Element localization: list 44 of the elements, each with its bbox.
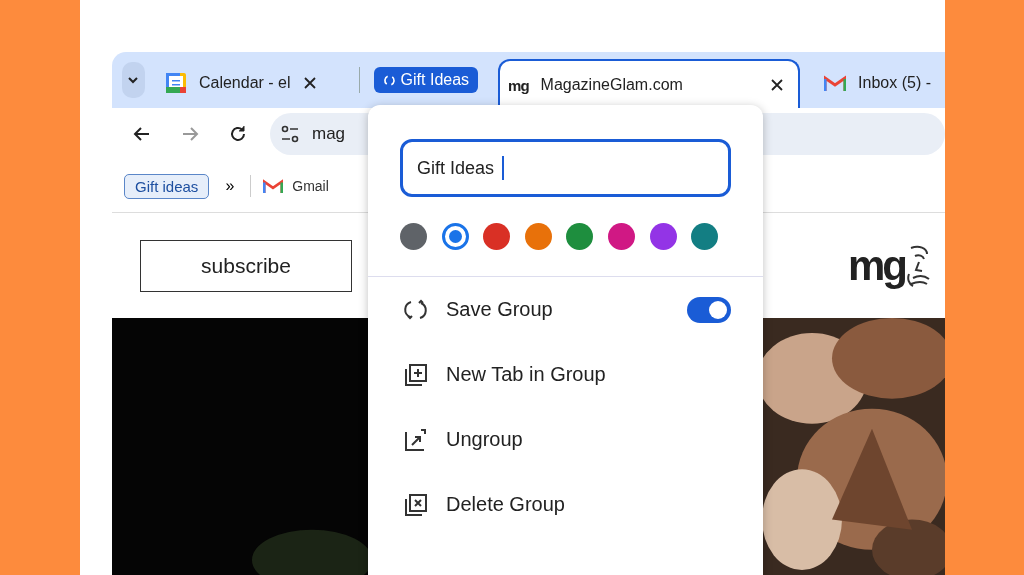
close-icon[interactable] — [770, 78, 785, 92]
menu-item-label: Ungroup — [446, 428, 524, 451]
bookmark-item[interactable]: Gmail — [263, 178, 329, 194]
calendar-icon — [164, 72, 187, 94]
toggle-switch[interactable] — [687, 296, 731, 323]
color-option[interactable] — [441, 223, 469, 250]
site-favicon: mg — [508, 76, 529, 94]
sync-icon — [382, 73, 396, 87]
color-option[interactable] — [400, 223, 427, 250]
menu-item-label: New Tab in Group — [446, 363, 607, 386]
browser-tab[interactable]: Calendar - el — [158, 61, 353, 105]
color-option[interactable] — [649, 223, 677, 250]
color-option[interactable] — [607, 223, 635, 250]
close-icon[interactable] — [302, 76, 317, 90]
tab-title: MagazineGlam.com — [540, 76, 684, 94]
more-bookmarks-button[interactable]: » — [221, 177, 239, 195]
menu-item[interactable]: Save Group — [368, 277, 763, 342]
browser-tab[interactable]: mg MagazineGlam.com — [498, 59, 801, 108]
menu-item[interactable]: New Tab in Group — [368, 342, 763, 407]
menu-item[interactable]: Ungroup — [368, 407, 763, 472]
menu-item[interactable]: Delete Group — [368, 472, 763, 537]
menu-item-label: Save Group — [446, 298, 554, 321]
tab-title: Inbox (5) - — [858, 74, 931, 92]
bookmark-group-chip[interactable]: Gift ideas — [124, 173, 210, 199]
address-text: mag — [312, 124, 346, 144]
face-sketch-icon — [905, 243, 931, 288]
tab-group-chip[interactable]: Gift Ideas — [373, 67, 479, 93]
group-name-field[interactable]: Gift Ideas — [400, 139, 731, 197]
menu-item-label: Delete Group — [446, 493, 566, 516]
tab-search-button[interactable] — [122, 62, 145, 98]
color-option[interactable] — [483, 223, 511, 250]
color-option[interactable] — [691, 223, 719, 250]
group-name-value: Gift Ideas — [417, 157, 495, 179]
color-option[interactable] — [566, 223, 594, 250]
tab-group-label: Gift Ideas — [400, 71, 470, 89]
reload-icon[interactable] — [228, 124, 248, 144]
site-logo: mg — [848, 241, 905, 290]
tab-title: Calendar - el — [198, 74, 291, 92]
mail-icon — [263, 178, 284, 194]
mail-icon — [824, 74, 847, 92]
browser-tab[interactable]: Inbox (5) - — [814, 61, 945, 105]
subscribe-button[interactable]: subscribe — [140, 239, 352, 292]
color-option[interactable] — [524, 223, 552, 250]
tune-icon[interactable] — [280, 125, 300, 143]
